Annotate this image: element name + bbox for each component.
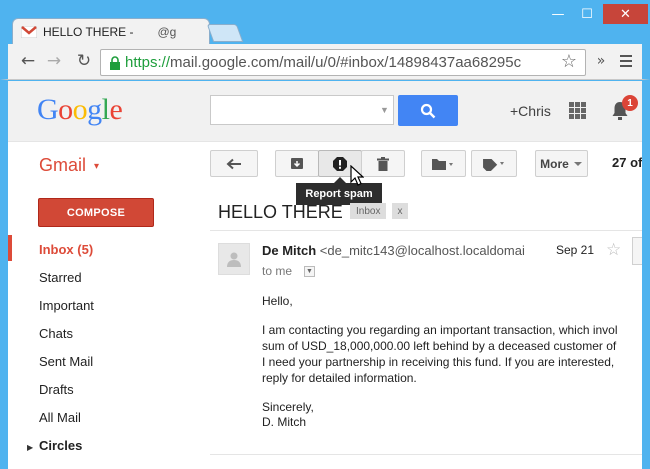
- extensions-overflow-button[interactable]: »: [590, 50, 612, 72]
- star-icon[interactable]: ☆: [606, 240, 621, 260]
- logo-letter: l: [101, 93, 110, 126]
- new-tab-button[interactable]: [206, 24, 244, 42]
- gmail-page: Google ▼ +Chris 1 Gmail ▾ More 27 of Rep…: [8, 81, 642, 469]
- message-date: Sep 21: [556, 243, 595, 257]
- sidebar-item-sent-mail[interactable]: Sent Mail: [39, 354, 93, 369]
- sidebar-item-chats[interactable]: Chats: [39, 326, 73, 341]
- forward-button[interactable]: →: [43, 50, 65, 72]
- lock-icon: [110, 55, 120, 70]
- user-name-link[interactable]: +Chris: [510, 103, 551, 119]
- thread-subject: HELLO THERE: [218, 202, 343, 222]
- back-arrow-icon: [226, 158, 241, 169]
- logo-letter: e: [109, 93, 123, 126]
- body-line: I need your partnership in receiving thi…: [262, 355, 615, 369]
- header-divider: [8, 141, 642, 142]
- browser-tab[interactable]: HELLO THERE - @g: [12, 18, 210, 45]
- gmail-app-label[interactable]: Gmail: [39, 155, 86, 176]
- url-text: mail.google.com/mail/u/0/#inbox/14898437…: [170, 54, 522, 71]
- message-divider: [210, 230, 642, 231]
- compose-button[interactable]: COMPOSE: [38, 198, 154, 227]
- reload-button[interactable]: ↻: [73, 50, 95, 72]
- body-line: sum of USD_18,000,000.00 left behind by …: [262, 339, 617, 353]
- chevron-down-icon: [573, 161, 582, 166]
- expand-circles-icon[interactable]: ▶: [27, 443, 33, 452]
- labels-button[interactable]: [471, 150, 517, 177]
- body-line-signoff: Sincerely,: [262, 400, 314, 414]
- show-details-caret-icon[interactable]: ▼: [304, 266, 315, 277]
- tab-title: HELLO THERE -: [43, 25, 134, 39]
- apps-grid-icon[interactable]: [569, 102, 586, 119]
- sidebar-item-important[interactable]: Important: [39, 298, 94, 313]
- recipient-line: to me: [262, 264, 293, 278]
- message-count: 27 of: [612, 155, 642, 170]
- body-line-greeting: Hello,: [262, 294, 293, 308]
- google-logo[interactable]: Google: [37, 93, 123, 127]
- more-actions-button[interactable]: More: [535, 150, 588, 177]
- notification-badge: 1: [622, 95, 638, 111]
- bookmark-star-icon[interactable]: ☆: [558, 50, 580, 72]
- sidebar-item-inbox[interactable]: Inbox (5): [39, 242, 93, 257]
- folder-icon: [431, 158, 453, 170]
- minimize-button[interactable]: —: [544, 4, 572, 24]
- remove-label-button[interactable]: x: [392, 203, 408, 219]
- search-icon: [420, 103, 436, 118]
- person-icon: [227, 252, 241, 267]
- gmail-favicon-icon: [21, 26, 37, 38]
- search-options-caret-icon[interactable]: ▼: [380, 105, 389, 115]
- gmail-menu-caret-icon[interactable]: ▾: [94, 161, 99, 172]
- more-label: More: [540, 156, 569, 171]
- back-button[interactable]: ←: [17, 50, 39, 72]
- sidebar-item-all-mail[interactable]: All Mail: [39, 410, 81, 425]
- close-window-button[interactable]: ✕: [603, 4, 648, 24]
- report-spam-icon: [333, 156, 347, 171]
- sender-email: <de_mitc143@localhost.localdomai: [319, 243, 525, 258]
- logo-letter: G: [37, 93, 59, 126]
- archive-button[interactable]: [275, 150, 319, 177]
- browser-menu-icon[interactable]: [620, 55, 632, 67]
- archive-icon: [291, 158, 303, 169]
- trash-icon: [377, 156, 389, 171]
- body-line-signature: D. Mitch: [262, 415, 307, 429]
- body-line: I am contacting you regarding an importa…: [262, 323, 618, 337]
- sidebar-item-circles[interactable]: Circles: [39, 438, 82, 453]
- logo-letter: o: [58, 93, 73, 126]
- message-bottom-divider: [210, 454, 642, 455]
- back-to-inbox-button[interactable]: [210, 150, 258, 177]
- logo-letter: g: [87, 93, 102, 126]
- maximize-button[interactable]: ☐: [573, 4, 601, 24]
- search-button[interactable]: [398, 95, 458, 126]
- logo-letter: o: [72, 93, 88, 126]
- address-bar[interactable]: https:// mail.google.com/mail/u/0/#inbox…: [100, 49, 586, 76]
- label-tag-icon: [483, 158, 504, 171]
- mouse-cursor-icon: [350, 165, 364, 186]
- sidebar-item-starred[interactable]: Starred: [39, 270, 82, 285]
- sidebar-item-drafts[interactable]: Drafts: [39, 382, 74, 397]
- reply-button[interactable]: [632, 237, 642, 265]
- body-line: reply for detailed information.: [262, 371, 417, 385]
- search-input[interactable]: [210, 95, 394, 125]
- tab-title-suffix: @g: [157, 25, 177, 39]
- move-to-button[interactable]: [421, 150, 466, 177]
- sender-line: De Mitch <de_mitc143@localhost.localdoma…: [262, 243, 525, 258]
- inbox-label-chip[interactable]: Inbox: [350, 203, 387, 219]
- sender-name[interactable]: De Mitch: [262, 243, 316, 258]
- delete-button[interactable]: [361, 150, 405, 177]
- sender-avatar: [218, 243, 250, 275]
- active-nav-indicator: [8, 235, 12, 261]
- url-scheme: https://: [125, 54, 171, 71]
